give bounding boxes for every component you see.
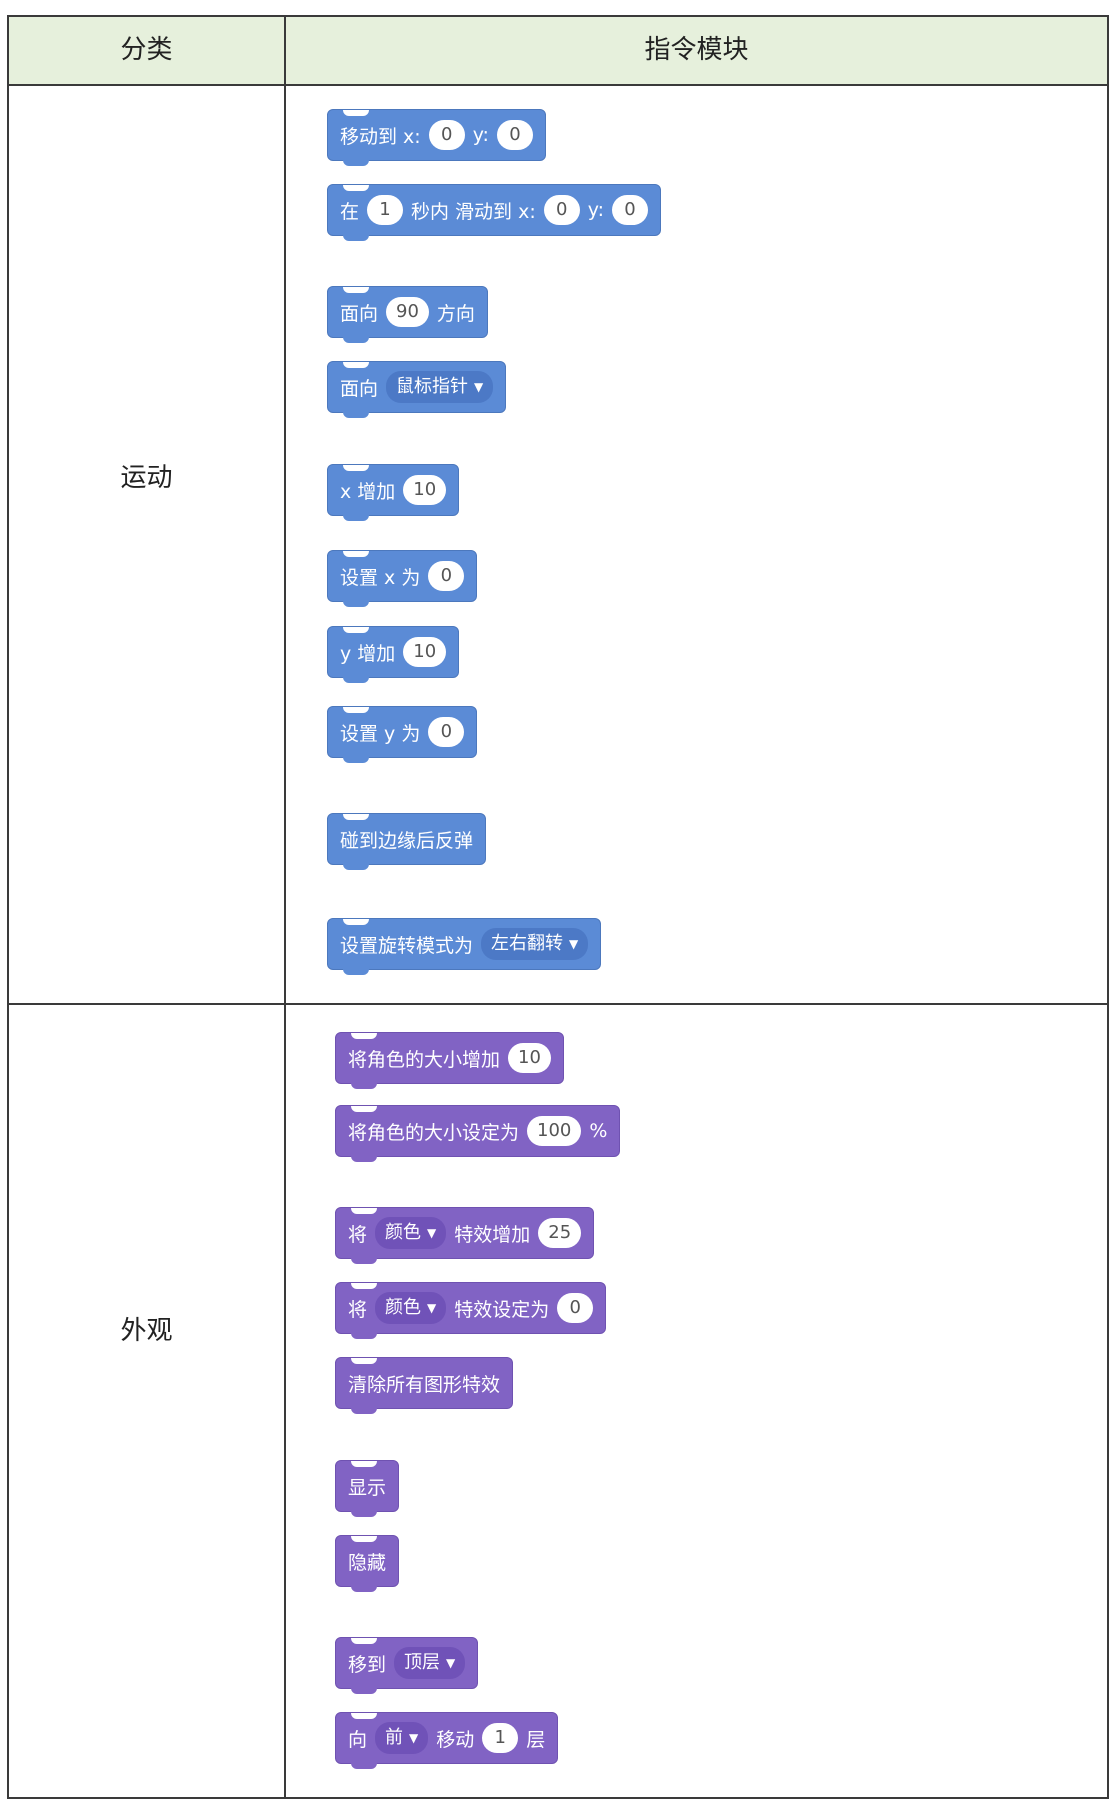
block-text: 设置旋转模式为	[340, 934, 474, 957]
block-text: 碰到边缘后反弹	[340, 829, 474, 852]
block-change-effect[interactable]: 将 颜色 ▼ 特效增加 25	[335, 1207, 595, 1264]
chevron-down-icon: ▼	[427, 1226, 437, 1240]
value-input[interactable]: 0	[428, 561, 465, 591]
block-show[interactable]: 显示	[335, 1460, 400, 1517]
effect-dropdown[interactable]: 颜色 ▼	[375, 1217, 447, 1249]
table-header: 分类 指令模块	[9, 17, 1107, 86]
seconds-input[interactable]: 1	[367, 195, 404, 225]
block-text: y:	[587, 199, 605, 221]
percent-label: %	[589, 1120, 608, 1142]
value-input[interactable]: 10	[403, 475, 447, 505]
rotation-dropdown[interactable]: 左右翻转 ▼	[481, 928, 589, 960]
header-category: 分类	[120, 35, 173, 65]
block-point-towards[interactable]: 面向 鼠标指针 ▼	[327, 361, 507, 418]
block-text: 在	[340, 200, 360, 223]
direction-input[interactable]: 90	[386, 297, 429, 327]
chevron-down-icon: ▼	[446, 1656, 456, 1670]
block-text: 隐藏	[348, 1551, 387, 1574]
block-text: 移动	[436, 1728, 475, 1751]
command-table: 分类 指令模块 运动 外观 移动到 x: 0 y: 0 在 1 秒内 滑动到 x…	[7, 15, 1109, 1799]
block-clear-effects[interactable]: 清除所有图形特效	[335, 1357, 514, 1414]
block-change-y[interactable]: y 增加 10	[327, 626, 460, 683]
block-text: y 增加	[340, 642, 396, 665]
chevron-down-icon: ▼	[569, 937, 579, 951]
value-input[interactable]: 1	[482, 1723, 519, 1753]
block-set-effect[interactable]: 将 颜色 ▼ 特效设定为 0	[335, 1282, 607, 1339]
block-text: 向	[348, 1728, 368, 1751]
block-hide[interactable]: 隐藏	[335, 1535, 400, 1592]
block-text: 特效设定为	[454, 1298, 550, 1321]
chevron-down-icon: ▼	[474, 380, 484, 394]
value-input[interactable]: 25	[538, 1218, 582, 1248]
block-text: 特效增加	[454, 1223, 531, 1246]
block-change-size[interactable]: 将角色的大小增加 10	[335, 1032, 564, 1089]
block-bounce[interactable]: 碰到边缘后反弹	[327, 813, 487, 870]
effect-dropdown[interactable]: 颜色 ▼	[375, 1292, 447, 1324]
block-text: 层	[526, 1728, 546, 1751]
block-text: 移到	[348, 1653, 387, 1676]
block-move-layer[interactable]: 向 前 ▼ 移动 1 层	[335, 1712, 559, 1769]
block-text: 设置 y 为	[340, 722, 421, 745]
block-point-direction[interactable]: 面向 90 方向	[327, 286, 488, 343]
block-set-size[interactable]: 将角色的大小设定为 100 %	[335, 1105, 621, 1162]
layer-dropdown[interactable]: 顶层 ▼	[394, 1647, 466, 1679]
target-dropdown[interactable]: 鼠标指针 ▼	[386, 371, 494, 403]
chevron-down-icon: ▼	[409, 1731, 419, 1745]
value-input[interactable]: 10	[508, 1043, 551, 1073]
block-text: x 增加	[340, 480, 396, 503]
block-text: 将角色的大小增加	[348, 1048, 501, 1071]
dropdown-label: 颜色	[385, 1297, 422, 1318]
dropdown-label: 前	[385, 1727, 404, 1748]
block-text: 面向	[340, 302, 379, 325]
block-text: 将	[348, 1223, 368, 1246]
block-goto-layer[interactable]: 移到 顶层 ▼	[335, 1637, 479, 1694]
block-text: 秒内 滑动到 x:	[411, 200, 536, 223]
block-text: 显示	[348, 1476, 387, 1499]
value-input[interactable]: 0	[428, 717, 465, 747]
block-goto-xy[interactable]: 移动到 x: 0 y: 0	[327, 109, 546, 166]
category-looks: 外观	[120, 1316, 173, 1346]
block-text: 清除所有图形特效	[348, 1373, 501, 1396]
y-input[interactable]: 0	[496, 120, 533, 150]
block-text: 设置 x 为	[340, 566, 421, 589]
x-input[interactable]: 0	[543, 195, 580, 225]
block-text: 将	[348, 1298, 368, 1321]
dropdown-label: 鼠标指针	[396, 376, 469, 397]
value-input[interactable]: 0	[557, 1293, 594, 1323]
value-input[interactable]: 10	[403, 637, 447, 667]
header-blocks: 指令模块	[644, 35, 749, 65]
dropdown-label: 左右翻转	[491, 933, 564, 954]
column-divider	[284, 17, 286, 1797]
block-text: 面向	[340, 377, 379, 400]
row-divider	[9, 1003, 1107, 1005]
direction-dropdown[interactable]: 前 ▼	[375, 1722, 429, 1754]
block-glide[interactable]: 在 1 秒内 滑动到 x: 0 y: 0	[327, 184, 662, 241]
block-text: 方向	[436, 302, 475, 325]
category-motion: 运动	[120, 463, 173, 493]
block-text: y:	[472, 124, 489, 146]
y-input[interactable]: 0	[612, 195, 649, 225]
dropdown-label: 顶层	[404, 1652, 441, 1673]
dropdown-label: 颜色	[385, 1222, 422, 1243]
block-text: 移动到 x:	[340, 125, 421, 148]
block-set-y[interactable]: 设置 y 为 0	[327, 706, 478, 763]
block-text: 将角色的大小设定为	[348, 1121, 520, 1144]
block-set-x[interactable]: 设置 x 为 0	[327, 550, 478, 607]
block-change-x[interactable]: x 增加 10	[327, 464, 460, 521]
block-rotation-style[interactable]: 设置旋转模式为 左右翻转 ▼	[327, 918, 602, 975]
value-input[interactable]: 100	[527, 1116, 582, 1146]
x-input[interactable]: 0	[428, 120, 465, 150]
chevron-down-icon: ▼	[427, 1301, 437, 1315]
